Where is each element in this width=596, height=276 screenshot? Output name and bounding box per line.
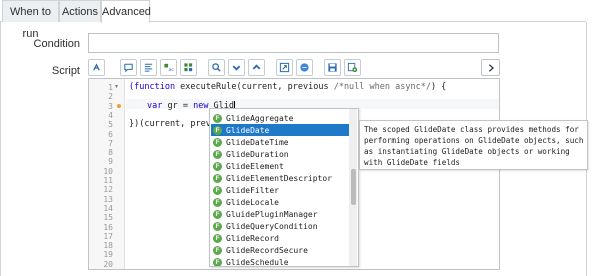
replace-all-icon[interactable] [180,59,197,76]
function-badge-icon: F [213,257,222,266]
autocomplete-item[interactable]: F GlideSchedule [211,256,349,266]
autocomplete-item[interactable]: F GlideDateTime [211,136,349,148]
autocomplete-item[interactable]: F GlideAggregate [211,112,349,124]
script-debugger-icon[interactable] [88,59,105,76]
code-line-5: })(current, previ [129,119,216,130]
autocomplete-item[interactable]: F GlideRecord [211,232,349,244]
line-number: 16 [103,222,113,232]
autocomplete-item[interactable]: F GlideElement [211,160,349,172]
code-keyword: var [147,100,163,111]
script-label: Script [51,65,80,77]
condition-input[interactable] [88,33,499,53]
line-number: 4 [108,110,113,120]
autocomplete-list: F GlideAggregate F GlideDate F GlideDateTim… [209,108,359,267]
function-badge-icon: F [213,137,222,147]
function-badge-icon: F [213,245,222,255]
autocomplete-item[interactable]: F GlideRecordSecure [211,244,349,256]
line-number: 20 [103,259,113,269]
line-number: 6 [108,129,113,139]
function-badge-icon: F [213,221,222,231]
save-icon[interactable] [324,59,341,76]
function-badge-icon: F [213,233,222,243]
script-toolbar: ac [88,59,500,77]
line-number: 9 [108,157,113,167]
function-badge-icon: F [213,161,222,171]
line-number: 2 [108,92,113,102]
condition-label: Condition [33,38,80,50]
line-number: 15 [103,213,113,223]
code-keyword: new [193,100,209,111]
search-icon[interactable] [208,59,225,76]
tab-advanced[interactable]: Advanced [101,0,151,23]
function-badge-icon: F [213,149,222,159]
line-number: 12 [103,185,113,195]
line-number: 1 [108,83,113,92]
find-next-icon[interactable] [228,59,245,76]
comment-icon[interactable] [120,59,137,76]
line-number: 14 [103,203,113,213]
function-badge-icon: F [213,185,222,195]
expand-button[interactable] [481,59,500,76]
find-prev-icon[interactable] [248,59,265,76]
code-line-1: (function executeRule(current, previous … [129,82,446,92]
autocomplete-item[interactable]: F GlideQueryCondition [211,220,349,232]
line-number: 13 [103,194,113,204]
line-number: 7 [108,138,113,148]
code-text: executeRule(current, previous [175,82,334,92]
autocomplete-item[interactable]: F GlideLocale [211,196,349,208]
line-number: 3 [108,101,113,111]
autocomplete-item[interactable]: F GluidePluginManager [211,208,349,220]
line-number: 18 [103,241,113,251]
line-number: 19 [103,250,113,260]
tab-actions[interactable]: Actions [59,0,101,22]
function-badge-icon: F [213,197,222,207]
syntax-check-icon[interactable] [296,59,313,76]
function-badge-icon: F [213,125,222,135]
line-number: 5 [108,120,113,130]
tab-bar: When to run Actions Advanced [0,0,586,40]
code-text: gr = [162,100,194,111]
function-badge-icon: F [213,173,222,183]
autocomplete-item[interactable]: F GlideDuration [211,148,349,160]
format-icon[interactable] [140,59,157,76]
line-number: 11 [103,176,113,185]
code-comment: /*null when async*/ [333,82,431,92]
svg-text:ac: ac [169,68,175,73]
tab-when-to-run[interactable]: When to run [2,0,59,40]
code-keyword: (function [129,82,176,92]
function-badge-icon: F [213,209,222,219]
replace-icon[interactable]: ac [160,59,177,76]
script-include-icon[interactable] [344,59,361,76]
line-number: 17 [103,231,113,241]
autocomplete-item[interactable]: F GlideFilter [211,184,349,196]
fullscreen-icon[interactable] [276,59,293,76]
warning-marker-icon[interactable] [117,103,121,108]
chevron-right-icon [488,63,494,72]
line-number: 8 [108,148,113,158]
line-number: 10 [103,166,113,176]
autocomplete-scrollbar-thumb[interactable] [351,169,356,205]
autocomplete-item[interactable]: F GlideElementDescriptor [211,172,349,184]
function-badge-icon: F [213,113,222,123]
fold-toggle-icon[interactable]: ▾ [115,83,118,90]
autocomplete-doc-tooltip: The scoped GlideDate class provides meth… [359,120,588,170]
line-gutter: 1 ▾ 2 3 4 5 6 7 8 9 10 11 12 13 14 15 16… [89,79,125,269]
code-text: ) { [430,82,447,92]
autocomplete-item-selected[interactable]: F GlideDate [211,124,349,136]
